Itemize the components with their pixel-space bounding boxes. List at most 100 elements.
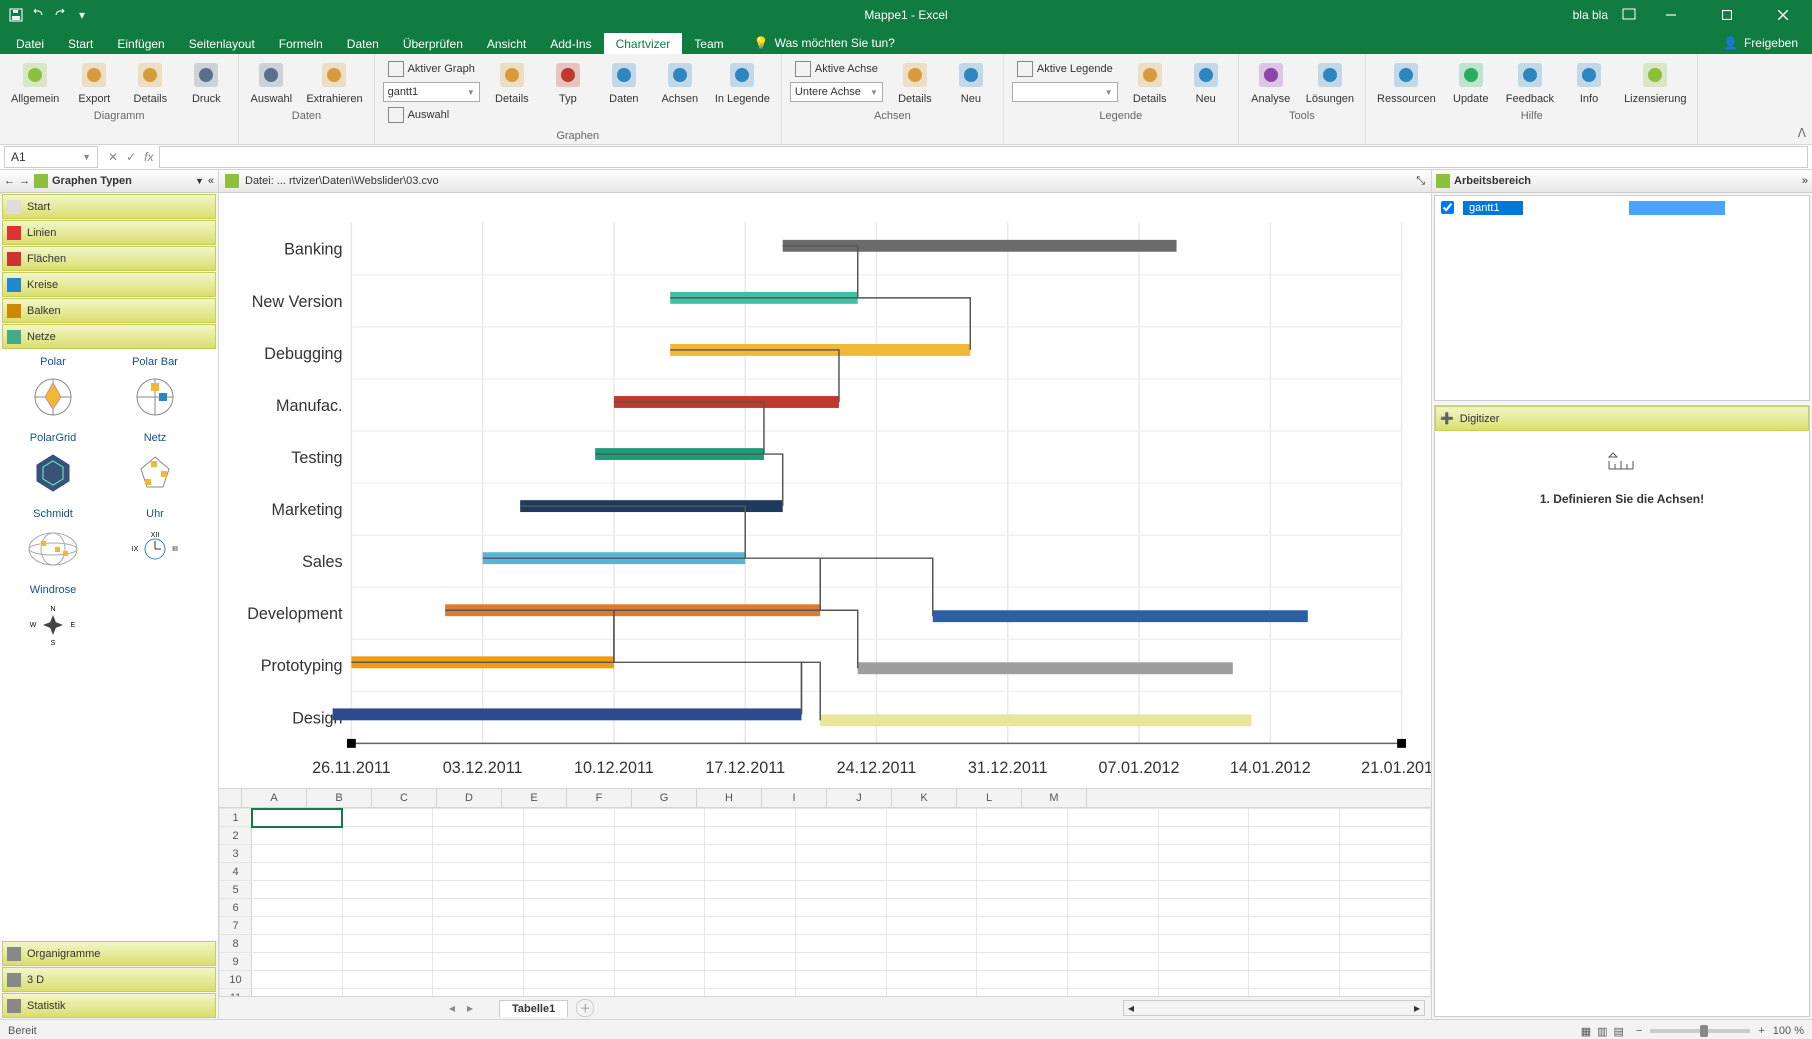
cell[interactable] (1158, 899, 1249, 917)
ribbon-btn-ressourcen[interactable]: Ressourcen (1372, 56, 1441, 108)
cell[interactable] (1249, 827, 1340, 845)
cell[interactable] (614, 827, 705, 845)
cell[interactable] (342, 827, 433, 845)
ribbon-btn-druck[interactable]: Druck (180, 56, 232, 108)
nav-fwd-icon[interactable]: → (19, 175, 30, 187)
row-header[interactable]: 10 (220, 971, 252, 989)
cell[interactable] (977, 863, 1068, 881)
cell[interactable] (342, 863, 433, 881)
ribbon-btn-neu[interactable]: Neu (945, 56, 997, 108)
cell[interactable] (342, 917, 433, 935)
accordion-section-flächen[interactable]: Flächen (2, 246, 216, 271)
graph-type-polar[interactable]: Polar (2, 352, 104, 428)
collapse-ribbon-icon[interactable]: ᐱ (1798, 126, 1806, 140)
row-header[interactable]: 5 (220, 881, 252, 899)
graph-type-polargrid[interactable]: PolarGrid (2, 428, 104, 504)
cell[interactable] (1249, 971, 1340, 989)
cell[interactable] (1340, 899, 1431, 917)
cell[interactable] (796, 809, 887, 827)
cell[interactable] (342, 881, 433, 899)
cell[interactable] (1340, 953, 1431, 971)
cell[interactable] (977, 917, 1068, 935)
cell[interactable] (886, 845, 977, 863)
minimize-button[interactable] (1650, 0, 1692, 30)
cell[interactable] (796, 827, 887, 845)
ribbon-btn-details[interactable]: Details (889, 56, 941, 108)
ribbon-tab-team[interactable]: Team (682, 33, 735, 55)
cell[interactable] (342, 971, 433, 989)
cell[interactable] (524, 917, 615, 935)
cell[interactable] (1249, 845, 1340, 863)
column-header[interactable]: D (437, 789, 502, 807)
workspace-list[interactable]: gantt1 (1434, 195, 1810, 401)
cell[interactable] (524, 953, 615, 971)
qat-customize-icon[interactable]: ▾ (74, 7, 90, 23)
column-header[interactable]: H (697, 789, 762, 807)
cell[interactable] (796, 845, 887, 863)
cell[interactable] (1340, 989, 1431, 997)
workspace-item-check[interactable] (1441, 201, 1454, 214)
accordion-section-kreise[interactable]: Kreise (2, 272, 216, 297)
ribbon-tab-formeln[interactable]: Formeln (267, 33, 335, 55)
cell[interactable] (1249, 917, 1340, 935)
column-header[interactable]: F (567, 789, 632, 807)
save-icon[interactable] (8, 7, 24, 23)
cell[interactable] (614, 863, 705, 881)
accordion-section-start[interactable]: Start (2, 194, 216, 219)
name-box[interactable]: A1 ▼ (4, 146, 98, 168)
cell[interactable] (977, 971, 1068, 989)
ribbon-tab-überprüfen[interactable]: Überprüfen (391, 33, 475, 55)
cell[interactable] (1340, 809, 1431, 827)
cell[interactable] (886, 899, 977, 917)
graph-type-netz[interactable]: Netz (104, 428, 206, 504)
ribbon-btn-allgemein[interactable]: Allgemein (6, 56, 64, 108)
ribbon-btn-neu[interactable]: Neu (1180, 56, 1232, 108)
cell[interactable] (1068, 953, 1159, 971)
cell[interactable] (1158, 845, 1249, 863)
cell[interactable] (705, 953, 796, 971)
cell[interactable] (977, 881, 1068, 899)
cell[interactable] (886, 935, 977, 953)
cell[interactable] (342, 989, 433, 997)
row-header[interactable]: 2 (220, 827, 252, 845)
ribbon-tab-einfügen[interactable]: Einfügen (105, 33, 176, 55)
cell[interactable] (433, 971, 524, 989)
cell[interactable] (1340, 935, 1431, 953)
cell[interactable] (705, 935, 796, 953)
accordion-section-statistik[interactable]: Statistik (2, 993, 216, 1018)
cell[interactable] (614, 917, 705, 935)
cell[interactable] (705, 845, 796, 863)
cell[interactable] (252, 917, 343, 935)
zoom-out-button[interactable]: − (1636, 1025, 1642, 1037)
cell[interactable] (1249, 881, 1340, 899)
cell[interactable] (1068, 917, 1159, 935)
cell[interactable] (1068, 827, 1159, 845)
cell[interactable] (524, 863, 615, 881)
collapse-left-icon[interactable]: « (208, 175, 214, 187)
cell[interactable] (1340, 827, 1431, 845)
cell[interactable] (886, 881, 977, 899)
cell[interactable] (796, 863, 887, 881)
graph-type-polar-bar[interactable]: Polar Bar (104, 352, 206, 428)
cancel-formula-icon[interactable]: ✕ (108, 150, 118, 164)
graph-type-windrose[interactable]: WindroseNESW (2, 580, 104, 656)
cell[interactable] (1068, 989, 1159, 997)
sheet-nav-prev-icon[interactable]: ▸ (467, 1001, 473, 1015)
cell[interactable] (1158, 935, 1249, 953)
row-header[interactable]: 11 (220, 989, 252, 997)
accordion-section-balken[interactable]: Balken (2, 298, 216, 323)
cell[interactable] (524, 899, 615, 917)
cell[interactable] (1068, 863, 1159, 881)
ribbon-btn-export[interactable]: Export (68, 56, 120, 108)
cell[interactable] (796, 917, 887, 935)
cell[interactable] (614, 845, 705, 863)
cell[interactable] (433, 899, 524, 917)
sheet-nav-first-icon[interactable]: ◂ (449, 1001, 455, 1015)
cell[interactable] (252, 953, 343, 971)
cell[interactable] (342, 935, 433, 953)
cell[interactable] (433, 935, 524, 953)
cell[interactable] (977, 935, 1068, 953)
cell[interactable] (1249, 809, 1340, 827)
row-header[interactable]: 3 (220, 845, 252, 863)
workspace-item[interactable]: gantt1 (1437, 198, 1807, 217)
